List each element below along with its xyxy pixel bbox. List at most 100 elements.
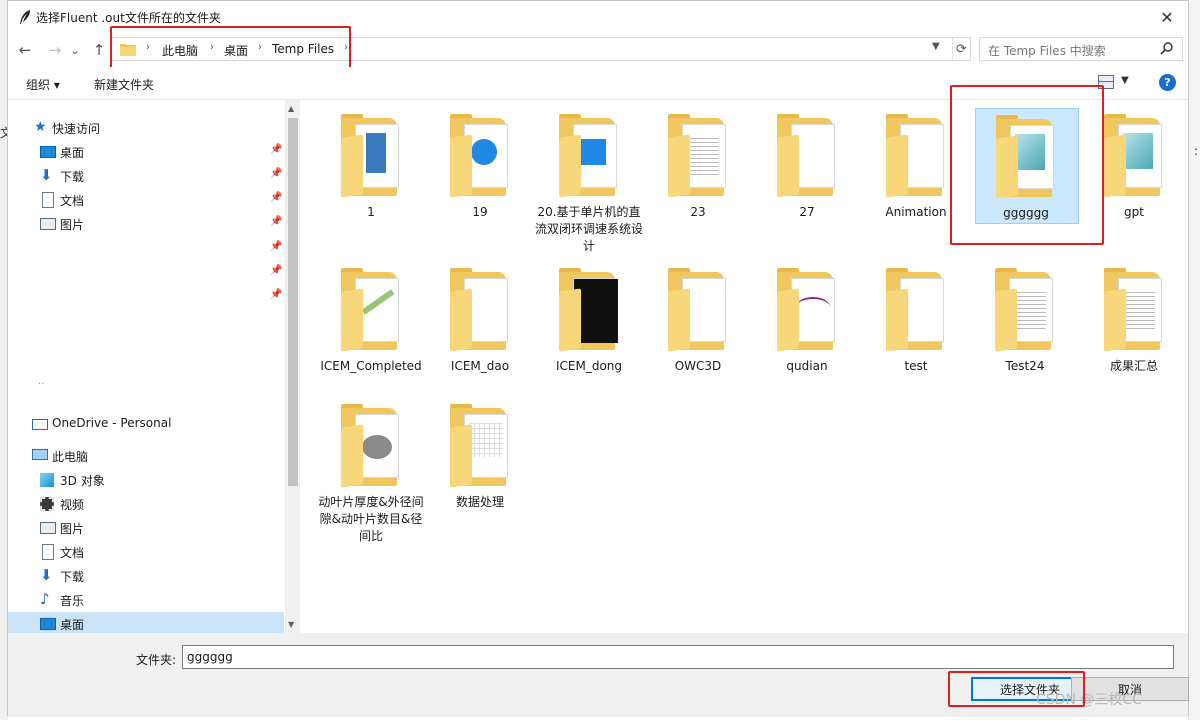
- folder-name: 27: [799, 205, 815, 219]
- folder-name: 23: [690, 205, 706, 219]
- sidebar-item-downloads-pc[interactable]: ⬇ 下载: [8, 564, 284, 588]
- folder-item[interactable]: 数据处理: [430, 398, 530, 546]
- pin-icon: 📌: [270, 216, 283, 227]
- folder-name: test: [904, 359, 928, 373]
- folder-item[interactable]: 1: [321, 108, 421, 256]
- sidebar-item-label: 此电脑: [52, 450, 89, 464]
- sidebar-item-label: 图片: [60, 218, 85, 232]
- download-icon: ⬇: [40, 566, 53, 584]
- pictures-icon: [40, 218, 56, 230]
- sidebar-item-downloads[interactable]: ⬇ 下载 📌: [8, 164, 284, 188]
- sidebar-item-pictures-pc[interactable]: 图片: [8, 516, 284, 540]
- sidebar-item-label: 文档: [60, 194, 85, 208]
- folder-name: 20.基于单片机的直流双闭环调速系统设计: [534, 205, 643, 253]
- scroll-up-icon[interactable]: ▲: [288, 104, 294, 113]
- desktop-icon: [40, 146, 56, 158]
- folder-icon: [886, 268, 948, 352]
- folder-item[interactable]: 成果汇总: [1084, 262, 1184, 410]
- folder-label: 文件夹:: [136, 653, 177, 667]
- sidebar-item-label: OneDrive - Personal: [52, 416, 172, 430]
- scroll-down-icon[interactable]: ▼: [288, 620, 294, 629]
- music-icon: ♪: [40, 590, 50, 608]
- sidebar-item-label: 下载: [60, 570, 85, 584]
- folder-item[interactable]: 20.基于单片机的直流双闭环调速系统设计: [535, 108, 643, 256]
- pin-icon: 📌: [270, 144, 283, 155]
- back-button[interactable]: ←: [14, 39, 36, 61]
- search-placeholder: 在 Temp Files 中搜索: [988, 44, 1106, 58]
- background-text-right: :: [1193, 144, 1198, 158]
- folder-icon: [450, 114, 512, 198]
- arrow-up-icon: ↑: [92, 41, 106, 59]
- folder-icon: [341, 114, 403, 198]
- folder-name: 数据处理: [455, 495, 504, 509]
- folder-icon: [668, 114, 730, 198]
- sidebar-item-videos[interactable]: 视频: [8, 492, 284, 516]
- videos-icon: [40, 497, 54, 511]
- sidebar-item-label: 音乐: [60, 594, 85, 608]
- 3d-objects-icon: [40, 473, 54, 487]
- sidebar-item-documents-pc[interactable]: 文档: [8, 540, 284, 564]
- chevron-down-icon[interactable]: ▼: [1121, 75, 1129, 86]
- sidebar-item-onedrive[interactable]: OneDrive - Personal: [8, 412, 284, 436]
- sidebar-item-music[interactable]: ♪ 音乐: [8, 588, 284, 612]
- folder-picker-dialog: 选择Fluent .out文件所在的文件夹 ✕ ← → ⌄ ↑ › 此电脑 › …: [7, 0, 1189, 717]
- folder-icon: [450, 268, 512, 352]
- recent-locations-button[interactable]: ⌄: [68, 39, 82, 61]
- forward-button[interactable]: →: [44, 39, 66, 61]
- pin-icon: 📌: [270, 289, 283, 300]
- organize-menu[interactable]: 组织 ▾: [26, 76, 60, 93]
- folder-name: OWC3D: [674, 359, 722, 373]
- sidebar-item-desktop[interactable]: 桌面 📌: [8, 140, 284, 164]
- navigation-pane: ★ 快速访问 桌面 📌 ⬇ 下载 📌 文档 📌 图片 📌 📌 📌 📌 ·· On…: [8, 99, 300, 636]
- folder-name: ICEM_dao: [450, 359, 510, 373]
- documents-icon: [42, 544, 54, 560]
- sidebar-item-label: 3D 对象: [60, 474, 105, 488]
- folder-icon: [341, 268, 403, 352]
- folder-item[interactable]: 23: [648, 108, 748, 256]
- folder-icon: [777, 114, 839, 198]
- window-title: 选择Fluent .out文件所在的文件夹: [36, 11, 221, 25]
- sidebar-item-label: 文档: [60, 546, 85, 560]
- folder-item[interactable]: 动叶片厚度&外径间隙&动叶片数目&径间比: [318, 398, 424, 546]
- dots-icon: ··: [38, 379, 45, 390]
- folder-item[interactable]: qudian: [757, 262, 857, 410]
- help-icon[interactable]: ?: [1159, 74, 1176, 91]
- folder-name-input[interactable]: [182, 645, 1174, 669]
- folder-item[interactable]: Test24: [975, 262, 1075, 410]
- search-input[interactable]: 在 Temp Files 中搜索: [979, 37, 1183, 61]
- sidebar-item-quick-access[interactable]: ★ 快速访问: [8, 116, 284, 140]
- folder-name: 1: [367, 205, 375, 219]
- folder-item[interactable]: 19: [430, 108, 530, 256]
- folder-icon: [886, 114, 948, 198]
- folder-icon: [450, 404, 512, 488]
- highlight-box-select-button: [948, 671, 1085, 707]
- sidebar-scrollbar[interactable]: ▲ ▼: [285, 100, 300, 634]
- feather-icon: [20, 10, 30, 24]
- chevron-down-icon[interactable]: ▼: [932, 41, 940, 52]
- refresh-icon[interactable]: ⟳: [952, 38, 970, 60]
- folder-item[interactable]: 27: [757, 108, 857, 256]
- sidebar-item-3d-objects[interactable]: 3D 对象: [8, 468, 284, 492]
- star-icon: ★: [34, 119, 47, 135]
- sidebar-item-label: 桌面: [60, 146, 85, 160]
- sidebar-item-label: 桌面: [60, 618, 85, 632]
- folder-icon: [1104, 268, 1166, 352]
- pin-icon: 📌: [270, 168, 283, 179]
- folder-item[interactable]: test: [866, 262, 966, 410]
- folder-item[interactable]: OWC3D: [648, 262, 748, 410]
- pin-icon: 📌: [270, 241, 283, 252]
- new-folder-button[interactable]: 新建文件夹: [94, 76, 154, 93]
- folder-item[interactable]: ICEM_dong: [539, 262, 639, 410]
- folder-item[interactable]: ICEM_Completed: [320, 262, 422, 410]
- pin-icon: 📌: [270, 192, 283, 203]
- up-button[interactable]: ↑: [88, 39, 110, 61]
- folder-item[interactable]: ICEM_dao: [430, 262, 530, 410]
- sidebar-item-pictures[interactable]: 图片 📌: [8, 212, 284, 236]
- sidebar-item-documents[interactable]: 文档 📌: [8, 188, 284, 212]
- sidebar-item-this-pc[interactable]: 此电脑: [8, 444, 284, 468]
- scrollbar-thumb[interactable]: [288, 118, 298, 486]
- close-button[interactable]: ✕: [1146, 1, 1188, 33]
- documents-icon: [42, 192, 54, 208]
- folder-name: 19: [472, 205, 488, 219]
- onedrive-icon: [32, 419, 48, 430]
